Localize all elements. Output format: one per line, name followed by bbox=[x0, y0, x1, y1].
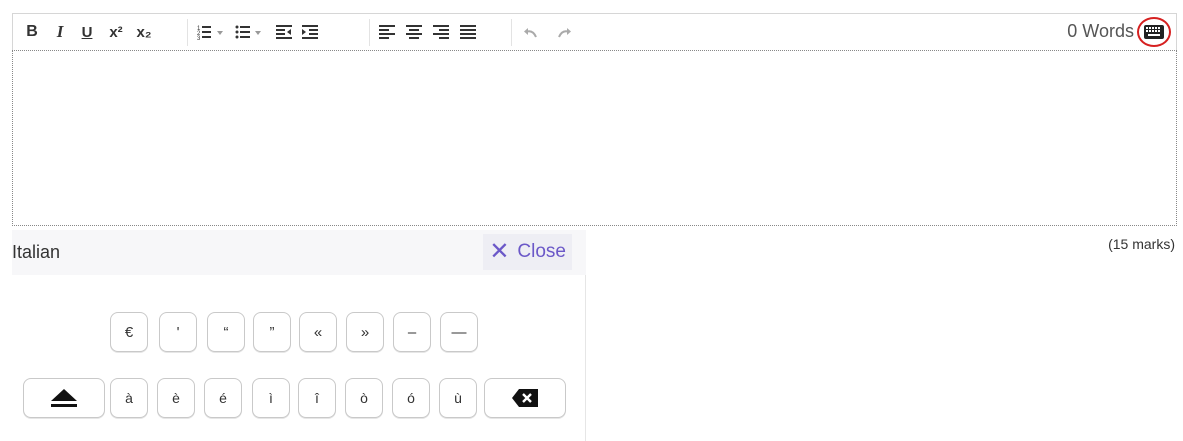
subscript-button[interactable]: x₂ bbox=[133, 21, 155, 43]
redo-icon bbox=[558, 28, 571, 38]
editor-toolbar: B I U x² x₂ 1 2 3 0 Words bbox=[12, 13, 1177, 50]
align-center-icon bbox=[406, 25, 422, 39]
align-left-icon bbox=[379, 25, 395, 39]
toolbar-separator bbox=[369, 19, 370, 46]
key-apostrophe[interactable]: ' bbox=[159, 312, 197, 352]
key-open-quote[interactable]: “ bbox=[207, 312, 245, 352]
bold-button[interactable]: B bbox=[23, 21, 41, 43]
key-left-guillemet[interactable]: « bbox=[299, 312, 337, 352]
undo-button[interactable] bbox=[521, 21, 541, 43]
svg-text:3: 3 bbox=[197, 36, 201, 41]
align-right-icon bbox=[433, 25, 449, 39]
keyboard-header: Italian ✕ Close bbox=[12, 230, 586, 275]
toolbar-separator bbox=[511, 19, 512, 46]
align-justify-icon bbox=[460, 25, 476, 39]
bullet-list-icon bbox=[235, 25, 261, 39]
word-count: 0 Words bbox=[1067, 21, 1134, 41]
italic-button[interactable]: I bbox=[51, 21, 69, 43]
close-label: Close bbox=[517, 241, 566, 262]
redo-button[interactable] bbox=[554, 21, 574, 43]
close-keyboard-button[interactable]: ✕ Close bbox=[483, 234, 572, 270]
key-euro[interactable]: € bbox=[110, 312, 148, 352]
undo-icon bbox=[524, 28, 537, 38]
underline-button[interactable]: U bbox=[78, 21, 96, 43]
key-close-quote[interactable]: ” bbox=[253, 312, 291, 352]
text-editor[interactable] bbox=[12, 50, 1177, 226]
align-center-button[interactable] bbox=[404, 21, 424, 43]
key-en-dash[interactable]: – bbox=[393, 312, 431, 352]
keyboard-toggle-button[interactable] bbox=[1137, 17, 1171, 47]
keyboard-icon bbox=[1144, 25, 1164, 39]
key-o-acute[interactable]: ó bbox=[392, 378, 430, 418]
key-em-dash[interactable]: — bbox=[440, 312, 478, 352]
align-left-button[interactable] bbox=[377, 21, 397, 43]
backspace-icon bbox=[512, 389, 538, 407]
marks-label: (15 marks) bbox=[1108, 236, 1175, 252]
key-a-grave[interactable]: à bbox=[110, 378, 148, 418]
key-e-grave[interactable]: è bbox=[157, 378, 195, 418]
special-characters-panel: Italian ✕ Close € ' “ ” « » – — à è é ì … bbox=[12, 230, 586, 441]
key-e-acute[interactable]: é bbox=[204, 378, 242, 418]
toolbar-separator bbox=[187, 19, 188, 46]
numbered-list-button[interactable]: 1 2 3 bbox=[196, 21, 228, 43]
close-icon: ✕ bbox=[489, 238, 510, 265]
bullet-list-button[interactable] bbox=[234, 21, 266, 43]
shift-icon bbox=[51, 389, 77, 407]
editor-content[interactable] bbox=[13, 51, 1176, 225]
shift-key[interactable] bbox=[23, 378, 105, 418]
key-i-circumflex[interactable]: î bbox=[298, 378, 336, 418]
indent-button[interactable] bbox=[300, 21, 320, 43]
backspace-key[interactable] bbox=[484, 378, 566, 418]
align-right-button[interactable] bbox=[431, 21, 451, 43]
key-i-grave[interactable]: ì bbox=[252, 378, 290, 418]
key-u-grave[interactable]: ù bbox=[439, 378, 477, 418]
numbered-list-icon: 1 2 3 bbox=[197, 26, 223, 41]
outdent-icon bbox=[276, 25, 292, 39]
key-o-grave[interactable]: ò bbox=[345, 378, 383, 418]
key-right-guillemet[interactable]: » bbox=[346, 312, 384, 352]
keyboard-language: Italian bbox=[12, 242, 61, 262]
superscript-button[interactable]: x² bbox=[105, 21, 127, 43]
outdent-button[interactable] bbox=[274, 21, 294, 43]
align-justify-button[interactable] bbox=[458, 21, 478, 43]
indent-icon bbox=[302, 25, 318, 39]
